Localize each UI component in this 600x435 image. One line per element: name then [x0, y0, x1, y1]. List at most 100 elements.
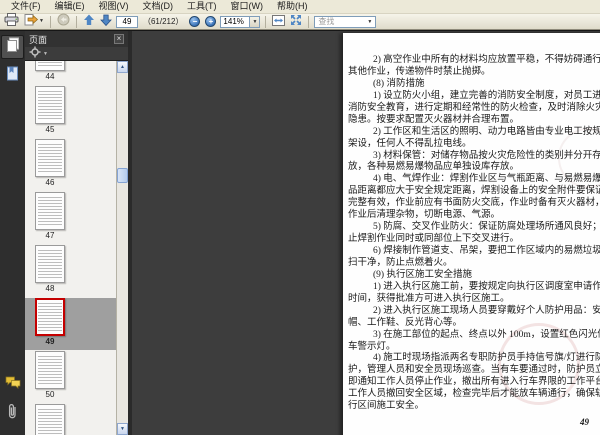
text-line: 扫干净，防止点燃着火。 — [348, 257, 453, 268]
text-line: 行区间施工安全。 — [348, 401, 425, 412]
text-line: 隐患。按要求配置灭火器材并合理布置。 — [348, 114, 520, 125]
page-thumbnail[interactable]: 49 — [25, 298, 116, 350]
text-line: 放，各种易燃易爆物品应单独设库存放。 — [348, 162, 520, 173]
thumbnail-image[interactable] — [35, 245, 65, 283]
options-caret-icon[interactable]: ▼ — [43, 51, 48, 57]
pages-panel-tab[interactable] — [1, 35, 24, 59]
zoom-in-button[interactable]: + — [204, 15, 217, 29]
text-line: 消防安全教育，进行定期和经常性的防火检查，及时消除火灾 — [348, 102, 600, 113]
text-line: 车警示灯。 — [348, 341, 396, 352]
page-number-input[interactable] — [115, 15, 138, 28]
previous-view-icon — [57, 13, 70, 31]
thumbnail-image[interactable] — [35, 404, 65, 435]
text-line: 即通知工作人员停止作业，撤出所有进入行车界限的工作平台， — [348, 377, 600, 388]
toolbar: ▼ （61/212） − + ▼ ▼ — [0, 12, 600, 31]
fit-width-button[interactable] — [271, 13, 286, 31]
thumbnail-image[interactable] — [35, 298, 65, 336]
thumbnail-page-number: 48 — [45, 284, 55, 293]
scroll-down-icon[interactable]: ▼ — [117, 423, 128, 435]
fit-page-button[interactable] — [289, 13, 303, 31]
page-thumbnail[interactable]: 51 — [25, 404, 116, 435]
toolbar-separator — [308, 15, 310, 28]
toolbar-separator — [75, 15, 77, 28]
menu-item[interactable]: 文件(F) — [4, 0, 48, 13]
comments-icon — [5, 376, 21, 394]
thumbnail-image[interactable] — [35, 139, 65, 177]
document-pane[interactable]: 2) 高空作业中所有的材料均应放置平稳，不得妨碍通行和 其他作业，传递物件时禁止抛… — [132, 31, 600, 435]
page-thumbnail[interactable]: 48 — [25, 245, 116, 297]
text-line: 3) 材料保管：对储存物品按火灾危险性的类别并分开存 — [373, 150, 600, 161]
zoom-caret-icon[interactable]: ▼ — [250, 15, 261, 28]
page-thumbnail[interactable]: 47 — [25, 192, 116, 244]
zoom-level-combo[interactable]: ▼ — [220, 15, 261, 28]
page-thumbnail[interactable]: 45 — [25, 86, 116, 138]
text-line: 帽、工作鞋、反光背心等。 — [348, 317, 463, 328]
thumbnail-list[interactable]: ▲ ▼ 44 45 46 47 48 49 50 51 — [25, 61, 128, 435]
panel-close-button[interactable]: × — [114, 34, 124, 44]
zoom-level-input[interactable] — [220, 15, 251, 28]
page-text: 2) 高空作业中所有的材料均应放置平稳，不得妨碍通行和 其他作业，传递物件时禁止抛… — [348, 55, 600, 413]
text-line: 止焊割作业同时或同部位上下交叉进行。 — [348, 234, 520, 245]
find-combo[interactable]: ▼ — [314, 15, 377, 28]
print-button[interactable] — [3, 12, 20, 31]
text-line: 1) 进入执行区施工前，要按规定向执行区调度室申请作业 — [373, 281, 600, 292]
export-caret-icon[interactable]: ▼ — [38, 19, 44, 24]
next-page-button[interactable] — [99, 13, 113, 31]
zoom-out-button[interactable]: − — [188, 15, 201, 29]
menu-item[interactable]: 视图(V) — [92, 0, 136, 13]
thumbnail-image[interactable] — [35, 86, 65, 124]
page-number-footer: 49 — [580, 417, 589, 427]
menu-item[interactable]: 窗口(W) — [224, 0, 271, 13]
thumbnail-image[interactable] — [35, 351, 65, 389]
text-line: 5) 防腐、交叉作业防火：保证防腐处理场所通风良好；禁 — [373, 222, 600, 233]
thumbnail-content — [38, 61, 62, 67]
thumbnail-page-number: 49 — [45, 337, 55, 346]
menu-item[interactable]: 文档(D) — [136, 0, 181, 13]
text-line: 其他作业，传递物件时禁止抛掷。 — [348, 66, 491, 77]
page-thumbnail[interactable]: 44 — [25, 61, 116, 85]
thumbnail-content — [38, 355, 62, 385]
text-line: 品距离都应大于安全规定距离，焊割设备上的安全附件要保证 — [348, 186, 600, 197]
scrollbar-thumb[interactable] — [117, 168, 128, 183]
text-line: 护，管理人员和安全员现场巡查。当有车要通过时，防护员立 — [348, 365, 600, 376]
scroll-up-icon[interactable]: ▲ — [117, 61, 128, 73]
export-icon — [24, 13, 39, 31]
thumbnail-content — [38, 90, 62, 120]
options-gear-icon[interactable] — [29, 45, 41, 63]
pages-icon — [6, 37, 20, 58]
text-line: 4) 电、气焊作业：焊割作业区与气瓶距离、与易燃易爆物 — [373, 174, 600, 185]
page-up-icon — [83, 13, 95, 31]
text-line: 作业后清理杂物，切断电源、气源。 — [348, 210, 501, 221]
comments-panel-tab[interactable] — [1, 373, 24, 397]
thumbnail-page-number: 45 — [45, 125, 55, 134]
previous-page-button[interactable] — [82, 13, 96, 31]
text-line: 6) 焊接制作管道支、吊架，要把工作区域内的易燃垃圾清 — [373, 246, 600, 256]
export-button[interactable]: ▼ — [23, 13, 45, 31]
page-count-label: （61/212） — [142, 17, 184, 26]
attachments-panel-tab[interactable] — [1, 402, 24, 426]
menu-item[interactable]: 工具(T) — [180, 0, 224, 13]
menu-item[interactable]: 编辑(E) — [48, 0, 92, 13]
thumbnail-page-number: 50 — [45, 390, 55, 399]
page-thumbnail[interactable]: 50 — [25, 351, 116, 403]
pages-panel-title: 页面 — [29, 34, 48, 45]
document-page: 2) 高空作业中所有的材料均应放置平稳，不得妨碍通行和 其他作业，传递物件时禁止抛… — [343, 33, 600, 435]
panel-scrollbar[interactable]: ▲ ▼ — [116, 61, 128, 435]
thumbnail-image[interactable] — [35, 61, 65, 71]
find-caret-icon[interactable]: ▼ — [367, 19, 372, 25]
panel-options-bar[interactable]: ▼ — [25, 45, 128, 63]
thumbnail-page-number: 46 — [45, 178, 55, 187]
print-icon — [4, 12, 19, 31]
page-thumbnail[interactable]: 46 — [25, 139, 116, 191]
thumbnail-image[interactable] — [35, 192, 65, 230]
thumbnail-content — [38, 249, 62, 279]
text-line: 架设，任何人不得乱拉电线。 — [348, 138, 472, 149]
thumbnail-page-number: 47 — [45, 231, 55, 240]
menu-item[interactable]: 帮助(H) — [270, 0, 315, 13]
scrollbar-track[interactable] — [117, 73, 128, 423]
fit-width-icon — [272, 13, 286, 31]
page-down-icon — [100, 13, 112, 31]
fit-page-icon — [290, 13, 302, 31]
bookmarks-panel-tab[interactable] — [1, 64, 24, 88]
navigation-strip — [0, 31, 25, 435]
